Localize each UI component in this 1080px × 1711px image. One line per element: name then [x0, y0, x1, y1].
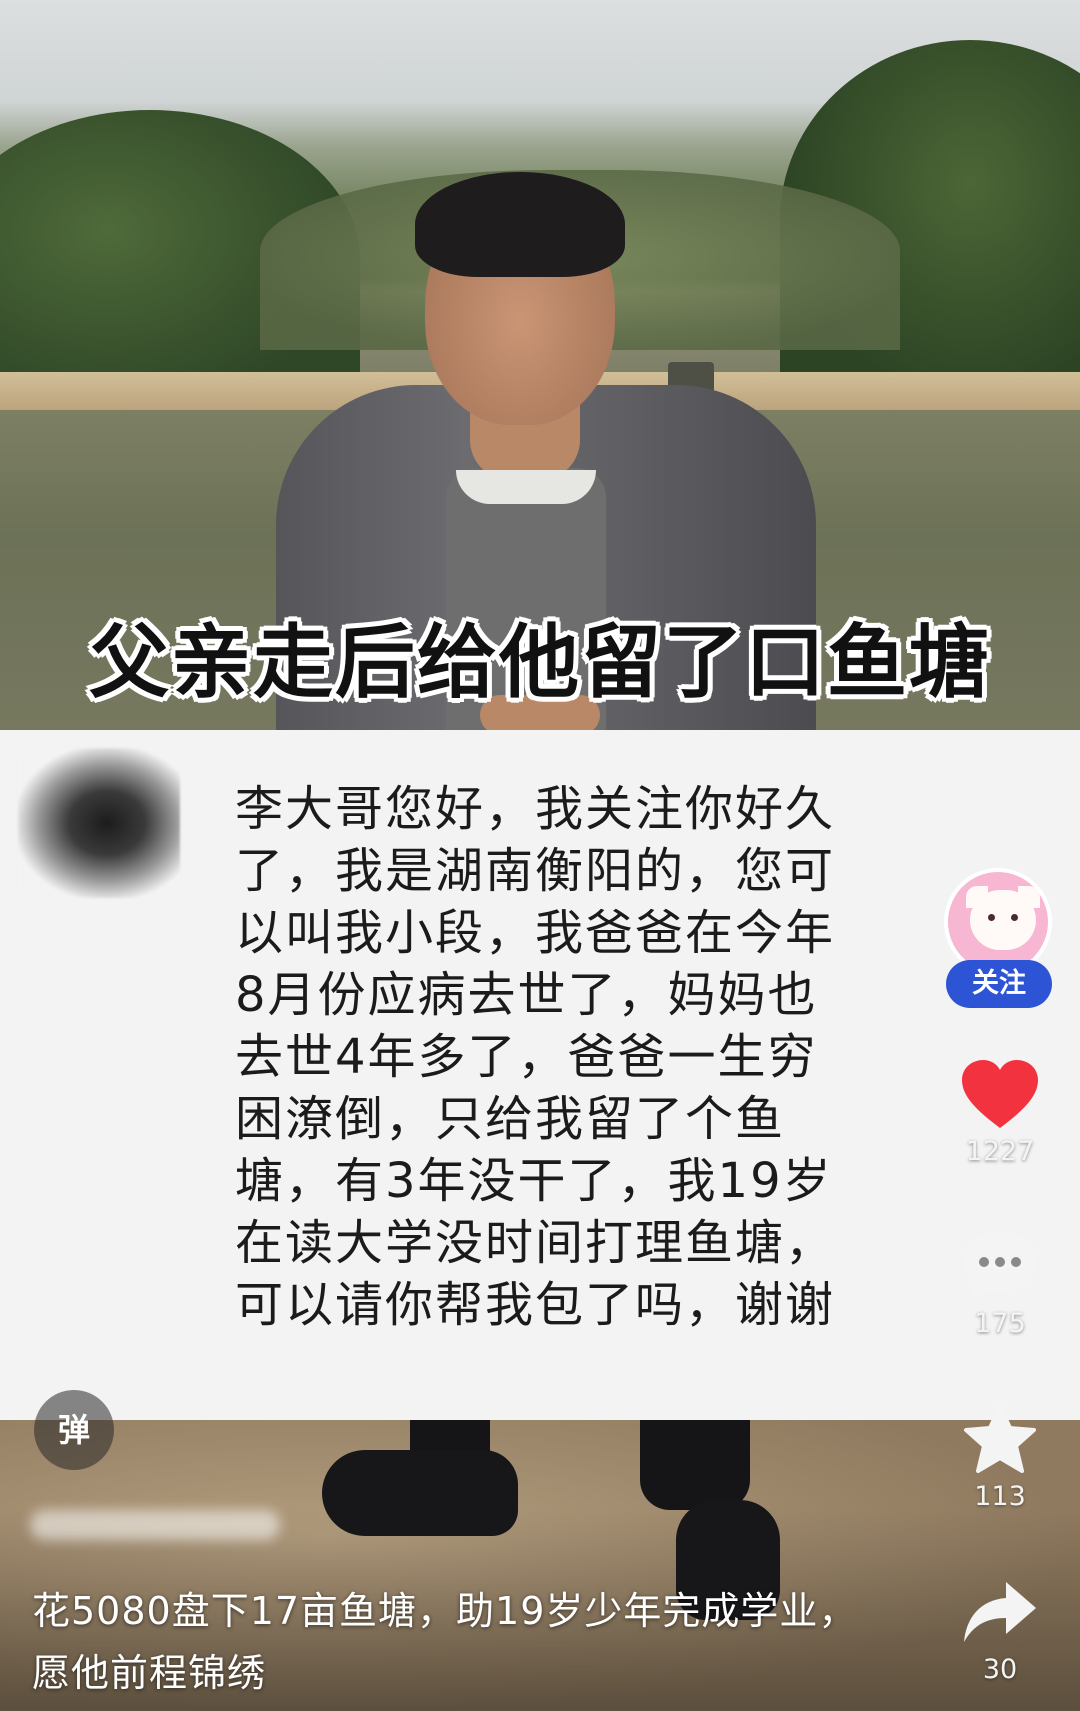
hill-mid: [260, 170, 900, 350]
message-screenshot: 李大哥您好，我关注你好久 了，我是湖南衡阳的，您可 以叫我小段，我爸爸在今年 8…: [0, 730, 1080, 1420]
share-icon: [964, 1582, 1036, 1642]
video-caption: 父亲走后给他留了口鱼塘: [89, 616, 991, 709]
message-line: 了，我是湖南衡阳的，您可: [235, 843, 836, 899]
description-line: 花5080盘下17亩鱼塘，助19岁少年完成学业，: [32, 1589, 858, 1633]
comment-count: 175: [974, 1308, 1026, 1339]
message-line: 可以请你帮我包了吗，谢谢: [235, 1277, 836, 1333]
like-count: 1227: [965, 1136, 1035, 1167]
heart-icon: [962, 1060, 1038, 1128]
author-name-blurred: [30, 1510, 280, 1540]
video-description[interactable]: 花5080盘下17亩鱼塘，助19岁少年完成学业， 愿他前程锦绣: [32, 1580, 872, 1704]
description-line: 愿他前程锦绣: [32, 1651, 267, 1695]
avatar-eye-left: [988, 914, 995, 921]
message-line: 塘，有3年没干了，我19岁: [235, 1153, 833, 1209]
message-line: 8月份应病去世了，妈妈也: [235, 967, 818, 1023]
comment-icon: [964, 1232, 1036, 1298]
water-tower: [668, 362, 714, 452]
favorite-button[interactable]: 113: [940, 1403, 1060, 1512]
danmaku-toggle-button[interactable]: 弹: [34, 1390, 114, 1470]
favorite-count: 113: [974, 1481, 1026, 1512]
message-line: 困潦倒，只给我留了个鱼: [235, 1091, 786, 1147]
presenter-leg-right: [640, 1420, 750, 1510]
avatar-face: [970, 890, 1036, 950]
message-line: 在读大学没时间打理鱼塘，: [235, 1215, 836, 1271]
star-icon: [964, 1404, 1036, 1473]
message-line: 去世4年多了，爸爸一生穷: [235, 1029, 818, 1085]
share-button[interactable]: 30: [940, 1578, 1060, 1685]
like-button[interactable]: 1227: [940, 1058, 1060, 1167]
presenter-shoe-left: [322, 1450, 518, 1536]
follow-button[interactable]: 关注: [946, 960, 1052, 1008]
avatar-eye-right: [1011, 914, 1018, 921]
message-line: 以叫我小段，我爸爸在今年: [235, 905, 836, 961]
video-player[interactable]: 父亲走后给他留了口鱼塘 李大哥您好，我关注你好久 了，我是湖南衡阳的，您可 以叫…: [0, 0, 1080, 1711]
comment-button[interactable]: 175: [940, 1228, 1060, 1339]
message-text: 李大哥您好，我关注你好久 了，我是湖南衡阳的，您可 以叫我小段，我爸爸在今年 8…: [235, 778, 895, 1336]
share-count: 30: [982, 1654, 1018, 1685]
sender-avatar-blurred: [18, 748, 180, 898]
message-line: 李大哥您好，我关注你好久: [235, 781, 836, 837]
